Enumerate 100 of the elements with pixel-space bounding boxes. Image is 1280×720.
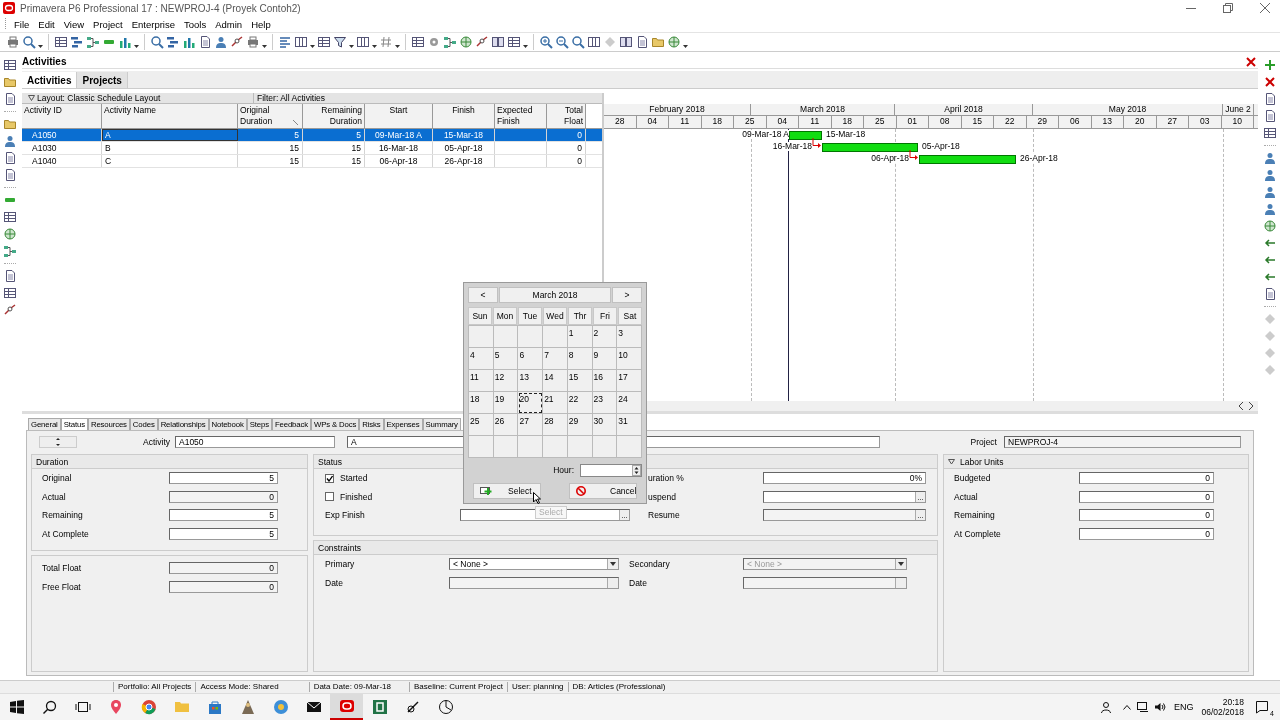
table-icon[interactable] bbox=[507, 35, 521, 49]
document-icon[interactable] bbox=[3, 151, 17, 165]
calendar-day[interactable]: 20 bbox=[518, 392, 544, 415]
close-icon[interactable] bbox=[1244, 54, 1258, 69]
globe-icon[interactable] bbox=[459, 35, 473, 49]
calendar-day[interactable]: 9 bbox=[592, 348, 618, 371]
calendar-day[interactable]: 16 bbox=[592, 370, 618, 393]
columns-icon[interactable] bbox=[356, 35, 370, 49]
figure-icon[interactable] bbox=[239, 699, 256, 715]
table-icon[interactable] bbox=[3, 58, 17, 72]
calendar-day[interactable]: 5 bbox=[493, 348, 519, 371]
split-view-icon[interactable] bbox=[619, 35, 633, 49]
table-icon[interactable] bbox=[411, 35, 425, 49]
notification-icon[interactable] bbox=[1255, 700, 1269, 714]
checkbox[interactable] bbox=[325, 492, 334, 502]
menu-item[interactable]: Project bbox=[89, 17, 127, 31]
menu-item[interactable]: Tools bbox=[180, 17, 211, 31]
print-icon[interactable] bbox=[6, 35, 20, 49]
link-icon[interactable] bbox=[230, 35, 244, 49]
input-field[interactable]: NEWPROJ-4 bbox=[1004, 435, 1241, 448]
calendar-day[interactable]: 29 bbox=[567, 414, 593, 437]
calendar-day[interactable]: 19 bbox=[493, 392, 519, 415]
input-field[interactable]: A1050 bbox=[175, 435, 335, 448]
calendar-day[interactable]: 13 bbox=[518, 370, 544, 393]
input-language[interactable]: ENG bbox=[1173, 702, 1194, 712]
calendar-day[interactable]: 22 bbox=[567, 392, 593, 415]
input-field[interactable]: 0 bbox=[169, 580, 278, 593]
collapse-icon[interactable] bbox=[28, 95, 35, 101]
input-field[interactable]: 0 bbox=[1079, 509, 1214, 522]
select-button[interactable]: Select bbox=[473, 483, 541, 499]
cancel-button[interactable]: Cancel bbox=[569, 483, 637, 499]
input-field[interactable]: 0% bbox=[763, 472, 926, 485]
previous-month-button[interactable]: < bbox=[468, 287, 498, 303]
link-icon[interactable] bbox=[475, 35, 489, 49]
zoom-out-icon[interactable] bbox=[555, 35, 569, 49]
shopping-bag-icon[interactable] bbox=[206, 699, 223, 715]
bar-chart-icon[interactable] bbox=[182, 35, 196, 49]
network-icon[interactable] bbox=[443, 35, 457, 49]
link-icon[interactable] bbox=[3, 303, 17, 317]
windows-start-icon[interactable] bbox=[8, 699, 25, 715]
input-field[interactable]: 0 bbox=[1079, 527, 1214, 540]
calendar-day[interactable]: 7 bbox=[543, 348, 568, 371]
document-icon[interactable] bbox=[635, 35, 649, 49]
calendar-day[interactable]: 4 bbox=[469, 348, 494, 371]
clock[interactable]: 20:18 06/02/2018 bbox=[1201, 697, 1244, 717]
spinner-arrows-icon[interactable] bbox=[39, 435, 77, 448]
menu-item[interactable]: Help bbox=[247, 17, 275, 31]
browser-icon[interactable] bbox=[140, 699, 157, 715]
document-icon[interactable] bbox=[1263, 92, 1277, 106]
calendar-day[interactable]: 24 bbox=[617, 392, 642, 415]
spreadsheet-icon[interactable] bbox=[371, 699, 388, 715]
filter-icon[interactable] bbox=[333, 35, 347, 49]
input-field[interactable]: 5 bbox=[169, 527, 278, 540]
input-field[interactable]: 0 bbox=[169, 562, 278, 575]
zoom-in-icon[interactable] bbox=[539, 35, 553, 49]
collapse-icon[interactable] bbox=[948, 458, 955, 465]
globe-icon[interactable] bbox=[272, 699, 289, 715]
person-icon[interactable] bbox=[1100, 701, 1113, 713]
document-icon[interactable] bbox=[3, 92, 17, 106]
input-field[interactable]: < None > bbox=[449, 558, 619, 571]
columns-icon[interactable] bbox=[294, 35, 308, 49]
split-view-icon[interactable] bbox=[491, 35, 505, 49]
plus-icon[interactable] bbox=[1263, 58, 1277, 72]
folder-icon[interactable] bbox=[3, 117, 17, 131]
table-icon[interactable] bbox=[54, 35, 68, 49]
table-icon[interactable] bbox=[317, 35, 331, 49]
calendar-day[interactable]: 21 bbox=[543, 392, 568, 415]
menu-item[interactable]: Edit bbox=[34, 17, 59, 31]
calendar-day[interactable]: 26 bbox=[493, 414, 519, 437]
globe-icon[interactable] bbox=[3, 227, 17, 241]
table-icon[interactable] bbox=[1263, 126, 1277, 140]
input-field[interactable] bbox=[449, 576, 619, 589]
search-icon[interactable] bbox=[41, 699, 58, 715]
table-row[interactable]: A1030 B 15 15 16-Mar-18 05-Apr-18 0 bbox=[22, 142, 602, 155]
picker-button[interactable]: ... bbox=[619, 510, 629, 521]
document-icon[interactable] bbox=[198, 35, 212, 49]
input-field[interactable]: 0 bbox=[169, 490, 278, 503]
caret-icon[interactable] bbox=[610, 562, 616, 567]
table-icon[interactable] bbox=[3, 286, 17, 300]
document-icon[interactable] bbox=[1263, 109, 1277, 123]
input-field[interactable]: 5 bbox=[169, 472, 278, 485]
document-icon[interactable] bbox=[3, 168, 17, 182]
tab[interactable]: Activities bbox=[22, 72, 78, 88]
menu-item[interactable]: Admin bbox=[211, 17, 247, 31]
input-field[interactable]: 0 bbox=[1079, 472, 1214, 485]
input-field[interactable]: 0 bbox=[1079, 490, 1214, 503]
circle-icon[interactable] bbox=[437, 699, 454, 715]
magnifier-icon[interactable] bbox=[571, 35, 585, 49]
network-icon[interactable] bbox=[1136, 702, 1149, 712]
calendar-day[interactable]: 11 bbox=[469, 370, 494, 393]
table-row[interactable]: A1040 C 15 15 06-Apr-18 26-Apr-18 0 bbox=[22, 155, 602, 168]
checkbox[interactable] bbox=[325, 473, 334, 483]
menu-item[interactable]: Enterprise bbox=[127, 17, 179, 31]
table-icon[interactable] bbox=[3, 210, 17, 224]
close-icon[interactable] bbox=[1260, 3, 1270, 13]
restore-icon[interactable] bbox=[1223, 3, 1233, 13]
gantt-icon[interactable] bbox=[70, 35, 84, 49]
menu-item[interactable]: View bbox=[59, 17, 89, 31]
globe-icon[interactable] bbox=[1263, 219, 1277, 233]
app-logo-icon[interactable] bbox=[338, 698, 355, 714]
